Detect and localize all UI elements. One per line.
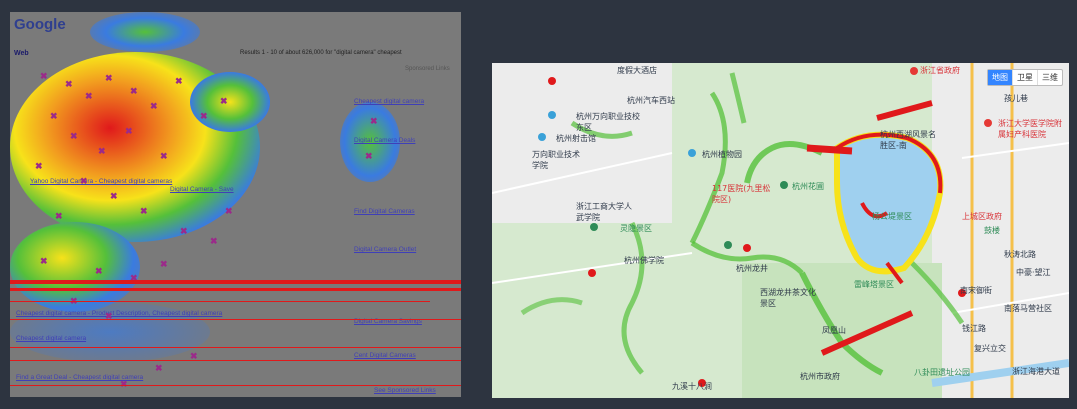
result-link[interactable]: Cheapest digital camera: [16, 335, 86, 342]
map-label: 复兴立交: [974, 344, 1006, 353]
map-mode-switch[interactable]: 地图 卫星 三维: [987, 69, 1063, 86]
map-mode-3d[interactable]: 三维: [1037, 70, 1062, 85]
map-label: 西湖龙井茶文化景区: [760, 288, 816, 308]
map-label: 浙江大学医学院附属妇产科医院: [998, 119, 1062, 139]
map-label: 秋涛北路: [1004, 250, 1036, 259]
result-link[interactable]: Yahoo Digital Camera - Cheapest digital …: [30, 178, 172, 185]
search-heatmap-panel: Google Web Results 1 - 10 of about 626,0…: [10, 12, 461, 397]
result-link[interactable]: Cheapest digital camera - Product Descri…: [16, 310, 222, 317]
map-label: 117医院(九里松院区): [712, 184, 771, 204]
map-label: 浙江省政府: [920, 66, 960, 75]
ad-link[interactable]: Digital Camera Deals: [354, 137, 415, 144]
web-label: Web: [14, 50, 29, 57]
map-label: 钱江路: [962, 324, 986, 333]
map-label: 灵隐景区: [620, 224, 652, 233]
map-pin: [724, 241, 732, 249]
ad-link[interactable]: Cent Digital Cameras: [354, 352, 416, 359]
map-label: 凤凰山: [822, 326, 846, 335]
map-label: 浙江工商大学人武学院: [576, 202, 632, 222]
map-heatmap-panel: 地图 卫星 三维 度假大酒店 浙江省政府 杭州万向职业技校东区 杭州汽车西站 杭…: [492, 63, 1069, 398]
map-label: 杭州市政府: [800, 372, 840, 381]
ad-link[interactable]: Cheapest digital camera: [354, 98, 424, 105]
ad-link[interactable]: Digital Camera Outlet: [354, 246, 416, 253]
map-pin: [590, 223, 598, 231]
map-pin: [538, 133, 546, 141]
map-label: 浙江海港大道: [1012, 367, 1060, 376]
map-label: 杭州佛学院: [624, 256, 664, 265]
map-label: 南落马营社区: [1004, 304, 1052, 313]
map-mode-map[interactable]: 地图: [988, 70, 1012, 85]
google-logo: Google: [14, 16, 66, 33]
map-label: 杭州西湖风景名胜区-南: [880, 130, 936, 150]
map-label: 杭州花圃: [792, 182, 824, 191]
map-label: 上城区政府: [962, 212, 1002, 221]
map-pin: [910, 67, 918, 75]
map-label: 万向职业技术学院: [532, 150, 580, 170]
ad-link[interactable]: Find Digital Cameras: [354, 208, 415, 215]
map-label: 中豪·望江: [1016, 268, 1051, 277]
map-pin: [688, 149, 696, 157]
results-info: Results 1 - 10 of about 626,000 for "dig…: [240, 50, 402, 56]
map-label: 孩儿巷: [1004, 94, 1028, 103]
map-label: 杭州汽车西站: [627, 96, 675, 105]
map-label: 杭州万向职业技校东区: [576, 112, 640, 132]
map-pin: [548, 111, 556, 119]
map-label: 南宋御街: [960, 286, 992, 295]
map-label: 八卦田遗址公园: [914, 368, 970, 377]
map-label: 杨公堤景区: [872, 212, 912, 221]
map-label: 杭州植物园: [702, 150, 742, 159]
map-label: 鼓楼: [984, 226, 1000, 235]
map-label: 雷峰塔景区: [854, 280, 894, 289]
map-label: 度假大酒店: [617, 66, 657, 75]
sponsored-label: Sponsored Links: [405, 66, 450, 72]
map-pin: [780, 181, 788, 189]
map-label: 九溪十八涧: [672, 382, 712, 391]
map-pin: [984, 119, 992, 127]
see-sponsored-link[interactable]: See Sponsored Links: [374, 387, 436, 394]
map-label: 杭州龙井: [736, 264, 768, 273]
map-label: 杭州射击馆: [556, 134, 596, 143]
map-mode-satellite[interactable]: 卫星: [1012, 70, 1037, 85]
result-link[interactable]: Digital Camera - Save: [170, 186, 234, 193]
